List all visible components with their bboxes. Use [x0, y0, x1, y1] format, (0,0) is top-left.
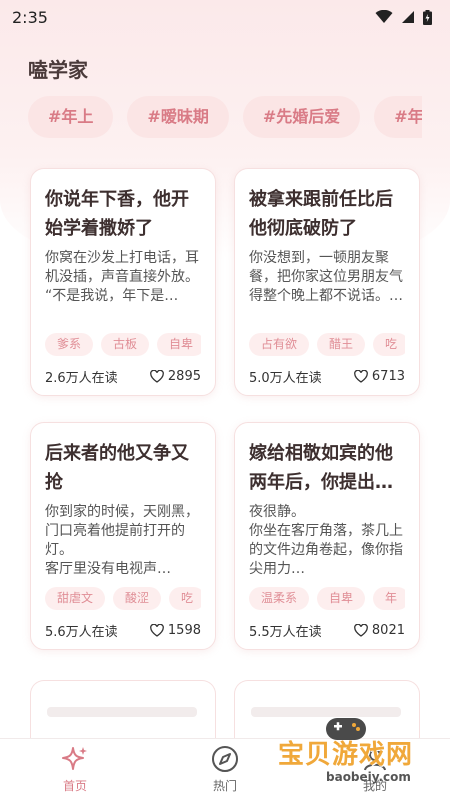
- reader-count: 2.6万人在读: [45, 370, 118, 386]
- story-snippet: 你没想到，一顿朋友聚餐，把你家这位男朋友气得整个晚上都不说话。…: [249, 250, 403, 304]
- story-tag[interactable]: 占有欲: [249, 333, 310, 356]
- heart-icon: [354, 369, 368, 383]
- story-card[interactable]: 被拿来跟前任比后他彻底破防了 你没想到，一顿朋友聚餐，把你家这位男朋友气得整个晚…: [234, 168, 420, 396]
- like-button[interactable]: 1598: [150, 623, 201, 638]
- story-snippet: 你到家的时候，天刚黑，门口亮着他提前打开的灯。 客厅里没有电视声…: [45, 504, 199, 577]
- story-tag[interactable]: 醋王: [317, 333, 366, 356]
- story-title-placeholder: [47, 707, 197, 717]
- tag-chip[interactable]: #年下: [374, 96, 422, 138]
- story-card[interactable]: 后来者的他又争又抢 你到家的时候，天刚黑，门口亮着他提前打开的灯。 客厅里没有电…: [30, 422, 216, 650]
- nav-home-label: 首页: [62, 779, 87, 793]
- watermark-logo: 宝贝游戏网 baobeiy.com: [276, 712, 446, 798]
- story-tag[interactable]: 古板: [101, 333, 150, 356]
- story-title: 后来者的他又争又抢: [45, 443, 189, 493]
- story-footer: 5.0万人在读 6713: [249, 357, 405, 395]
- story-title: 被拿来跟前任比后他彻底破防了: [249, 189, 393, 239]
- watermark-text: 宝贝游戏网: [278, 740, 414, 770]
- story-tags: 甜虐文 酸涩吃: [45, 587, 201, 611]
- heart-icon: [150, 623, 164, 637]
- story-footer: 5.5万人在读 8021: [249, 611, 405, 649]
- story-tag[interactable]: 酸涩: [113, 587, 162, 610]
- status-icons: [375, 9, 432, 25]
- story-tags: 占有欲 醋王吃: [249, 333, 405, 357]
- heart-icon: [150, 369, 164, 383]
- story-tag[interactable]: 爹系: [45, 333, 94, 356]
- story-tag[interactable]: 自卑: [317, 587, 366, 610]
- story-tag[interactable]: 甜虐文: [45, 587, 106, 610]
- story-tag[interactable]: 吃: [373, 333, 405, 356]
- story-footer: 2.6万人在读 2895: [45, 357, 201, 395]
- like-count: 2895: [167, 368, 201, 384]
- story-snippet: 夜很静。 你坐在客厅角落，茶几上的文件边角卷起，像你指尖用力…: [249, 504, 403, 577]
- like-button[interactable]: 6713: [354, 369, 405, 384]
- tag-chip[interactable]: #年上: [28, 96, 114, 138]
- story-tag[interactable]: 自卑: [157, 333, 201, 356]
- reader-count: 5.6万人在读: [45, 624, 118, 640]
- story-title: 嫁给相敬如宾的他两年后，你提出…: [249, 443, 393, 493]
- battery-icon: [423, 9, 432, 25]
- story-footer: 5.6万人在读 1598: [45, 611, 201, 649]
- like-count: 1598: [167, 622, 201, 638]
- sparkle-icon: [62, 747, 87, 770]
- app-title: 嗑学家: [28, 58, 88, 82]
- like-count: 8021: [371, 622, 405, 638]
- compass-icon: [212, 746, 238, 772]
- story-tags: 爹系 古板 自卑: [45, 333, 201, 357]
- nav-hot-label: 热门: [212, 779, 237, 793]
- tag-chip[interactable]: #暧昧期: [127, 96, 229, 138]
- heart-icon: [354, 623, 368, 637]
- watermark-url: baobeiy.com: [326, 770, 411, 784]
- nav-home[interactable]: 首页: [30, 745, 120, 794]
- tag-filter-row[interactable]: #年上 #暧昧期 #先婚后爱 #年下: [28, 96, 422, 140]
- story-card[interactable]: 你说年下香，他开始学着撒娇了 你窝在沙发上打电话，耳机没插，声音直接外放。 “不…: [30, 168, 216, 396]
- reader-count: 5.5万人在读: [249, 624, 322, 640]
- nav-hot[interactable]: 热门: [180, 745, 270, 794]
- story-tag[interactable]: 温柔系: [249, 587, 310, 610]
- story-tags: 温柔系 自卑年: [249, 587, 405, 611]
- story-snippet: 你窝在沙发上打电话，耳机没插，声音直接外放。 “不是我说，年下是…: [45, 250, 199, 304]
- status-time: 2:35: [12, 7, 48, 27]
- story-tag[interactable]: 年: [373, 587, 405, 610]
- like-button[interactable]: 2895: [150, 369, 201, 384]
- story-tag[interactable]: 吃: [169, 587, 201, 610]
- like-button[interactable]: 8021: [354, 623, 405, 638]
- like-count: 6713: [371, 368, 405, 384]
- story-card-partial[interactable]: [30, 680, 216, 740]
- tag-chip[interactable]: #先婚后爱: [242, 96, 361, 138]
- story-card[interactable]: 嫁给相敬如宾的他两年后，你提出… 夜很静。 你坐在客厅角落，茶几上的文件边角卷起…: [234, 422, 420, 650]
- wifi-icon: [375, 10, 393, 23]
- status-bar: 2:35: [0, 0, 450, 34]
- story-title: 你说年下香，他开始学着撒娇了: [45, 189, 189, 239]
- reader-count: 5.0万人在读: [249, 370, 322, 386]
- signal-icon: [402, 11, 414, 23]
